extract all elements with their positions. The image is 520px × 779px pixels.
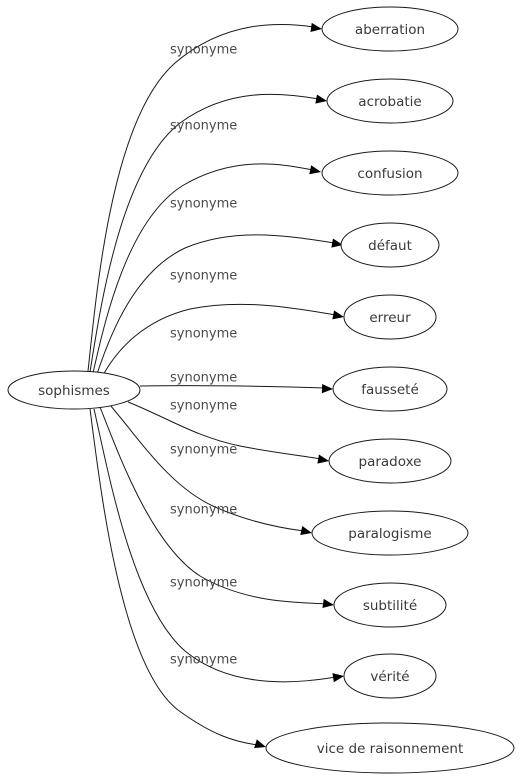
- node-erreur[interactable]: erreur: [343, 294, 437, 340]
- node-faussete[interactable]: fausseté: [332, 366, 448, 412]
- edge-label: synonyme: [170, 197, 237, 212]
- arrowhead-icon: [254, 739, 266, 749]
- node-defaut[interactable]: défaut: [340, 222, 440, 268]
- edge-label: synonyme: [170, 443, 237, 458]
- arrowhead-icon: [321, 384, 333, 394]
- node-label: paradoxe: [359, 454, 422, 470]
- edge-defaut: [96, 234, 343, 375]
- edge-label: synonyme: [170, 327, 237, 342]
- node-label: paralogisme: [348, 526, 432, 542]
- arrowhead-icon: [332, 310, 344, 320]
- synonym-graph: sophismes aberration acrobatie confusion déf…: [7, 6, 515, 774]
- node-label: erreur: [369, 310, 411, 326]
- edge-paralogisme: [109, 404, 312, 536]
- node-label: subtilité: [363, 598, 417, 614]
- edge-label: synonyme: [170, 371, 237, 386]
- node-label: sophismes: [38, 383, 110, 399]
- arrowhead-icon: [332, 673, 344, 683]
- node-acrobatie[interactable]: acrobatie: [326, 78, 454, 124]
- node-vice-de-raisonnement[interactable]: vice de raisonnement: [265, 722, 515, 774]
- node-sophismes-root[interactable]: sophismes: [7, 370, 141, 410]
- arrowhead-icon: [317, 454, 329, 464]
- node-confusion[interactable]: confusion: [321, 150, 459, 196]
- node-label: confusion: [357, 166, 422, 182]
- node-subtilite[interactable]: subtilité: [333, 582, 447, 628]
- edge-label: synonyme: [170, 399, 237, 414]
- edge-line: [96, 234, 336, 375]
- edge-label: synonyme: [170, 119, 237, 134]
- node-label: défaut: [368, 238, 412, 254]
- node-label: acrobatie: [358, 94, 421, 110]
- node-verite[interactable]: vérité: [343, 653, 437, 699]
- arrowhead-icon: [310, 22, 322, 33]
- node-paradoxe[interactable]: paradoxe: [328, 438, 452, 484]
- edge-label: synonyme: [170, 269, 237, 284]
- diagram-canvas: sophismes aberration acrobatie confusion déf…: [0, 0, 520, 779]
- edge-label: synonyme: [170, 43, 237, 58]
- arrowhead-icon: [315, 94, 327, 104]
- edge-label: synonyme: [170, 503, 237, 518]
- node-label: fausseté: [361, 382, 419, 398]
- edge-line: [139, 385, 326, 389]
- edge-label: synonyme: [170, 653, 237, 668]
- node-label: vice de raisonnement: [317, 741, 464, 757]
- nodes-layer: sophismes aberration acrobatie confusion déf…: [7, 6, 515, 774]
- arrowhead-icon: [300, 526, 312, 536]
- arrowhead-icon: [322, 598, 334, 609]
- node-aberration[interactable]: aberration: [321, 6, 459, 52]
- edge-labels-layer: synonyme synonyme synonyme synonyme synonyme…: [170, 43, 237, 668]
- arrowhead-icon: [309, 165, 321, 175]
- node-label: vérité: [370, 669, 409, 685]
- node-paralogisme[interactable]: paralogisme: [311, 510, 469, 556]
- node-label: aberration: [355, 22, 425, 38]
- edge-label: synonyme: [170, 576, 237, 591]
